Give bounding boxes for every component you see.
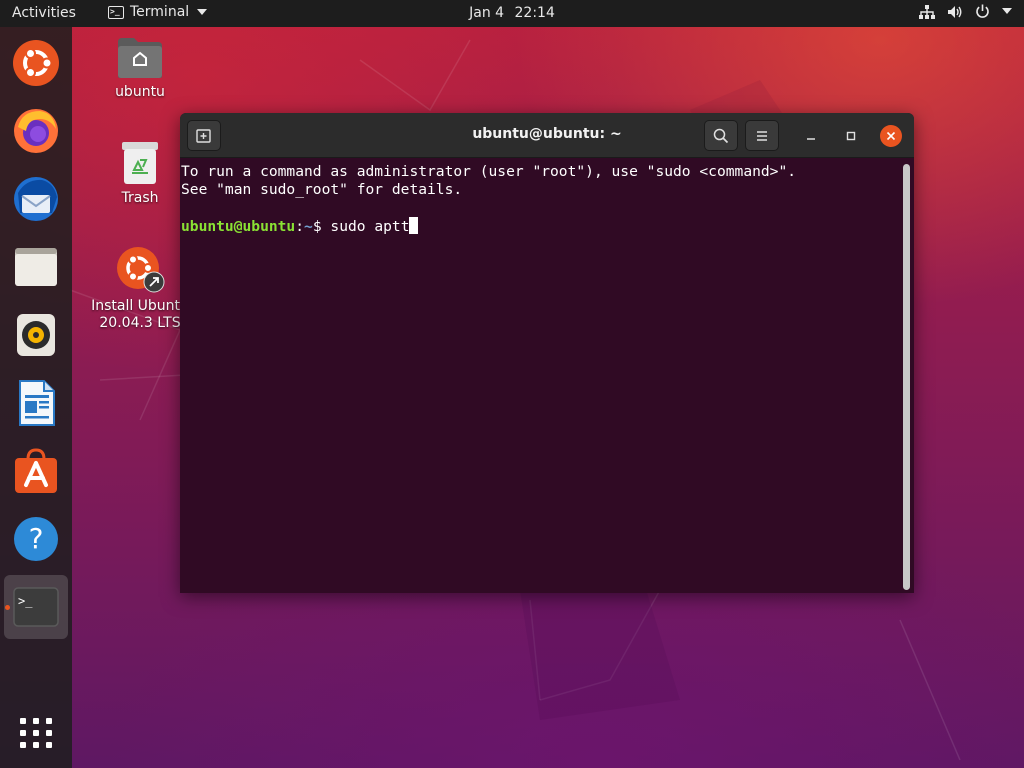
hamburger-menu-icon: [757, 131, 767, 141]
terminal-line: See "man sudo_root" for details.: [181, 181, 463, 198]
volume-icon: [948, 5, 962, 18]
svg-text:>_: >_: [18, 594, 33, 608]
chevron-down-icon: [1002, 8, 1012, 14]
ubuntu-software-icon: [15, 448, 57, 493]
top-bar: Activities >_ Terminal Jan 4 22:14: [0, 0, 1024, 27]
search-icon: [713, 128, 729, 144]
minimize-icon: [807, 138, 815, 140]
rhythmbox-icon: [17, 314, 55, 356]
date-time-menu[interactable]: Jan 4 22:14: [0, 5, 1024, 21]
dock-item-ubuntu[interactable]: [4, 31, 68, 95]
close-icon: [886, 131, 896, 141]
date-label: Jan 4: [469, 5, 505, 21]
svg-text:?: ?: [29, 522, 44, 555]
dock-item-files[interactable]: [4, 235, 68, 299]
search-button[interactable]: [704, 120, 738, 151]
prompt-path: ~: [304, 218, 313, 235]
terminal-header-bar[interactable]: ubuntu@ubuntu: ~: [180, 113, 914, 158]
minimize-button[interactable]: [800, 125, 822, 147]
time-label: 22:14: [514, 5, 555, 21]
desktop-icon-installer[interactable]: Install Ubuntu 20.04.3 LTS: [90, 244, 190, 332]
libreoffice-writer-icon: [19, 380, 55, 426]
terminal-line: To run a command as administrator (user …: [181, 163, 797, 180]
dock: ? >_: [0, 27, 72, 768]
scrollbar[interactable]: [903, 164, 910, 590]
terminal-prompt-line[interactable]: ubuntu@ubuntu:~$ sudo aptt: [181, 217, 902, 235]
prompt-separator: :: [295, 218, 305, 235]
system-tray[interactable]: [919, 4, 1012, 19]
network-icon: [919, 4, 935, 19]
prompt-symbol: $: [312, 218, 331, 235]
running-indicator: [5, 605, 10, 610]
help-icon: ?: [14, 517, 58, 561]
desktop-icon-label: ubuntu: [115, 84, 165, 100]
dock-item-rhythmbox[interactable]: [4, 303, 68, 367]
maximize-icon: [846, 131, 856, 141]
desktop-icon-home[interactable]: ubuntu: [90, 36, 190, 101]
show-applications-button[interactable]: [4, 701, 68, 765]
app-grid-icon: [20, 718, 52, 748]
firefox-icon: [14, 109, 58, 153]
hamburger-menu-button[interactable]: [745, 120, 779, 151]
dock-item-software[interactable]: [4, 439, 68, 503]
maximize-button[interactable]: [840, 125, 862, 147]
dock-item-writer[interactable]: [4, 371, 68, 435]
prompt-user-host: ubuntu@ubuntu: [181, 218, 296, 235]
files-icon: [15, 248, 57, 286]
desktop-icon-label-line2: 20.04.3 LTS: [99, 315, 181, 331]
power-icon: [976, 4, 989, 18]
desktop-icon-trash[interactable]: Trash: [90, 140, 190, 207]
dock-item-help[interactable]: ?: [4, 507, 68, 571]
terminal-icon: >_: [13, 587, 59, 627]
dock-item-firefox[interactable]: [4, 99, 68, 163]
terminal-output[interactable]: To run a command as administrator (user …: [180, 158, 902, 593]
command-input[interactable]: sudo aptt: [330, 218, 409, 235]
ubuntu-logo-icon: [13, 40, 59, 86]
thunderbird-icon: [14, 177, 58, 221]
install-ubuntu-icon: [117, 247, 165, 293]
dock-item-thunderbird[interactable]: [4, 167, 68, 231]
trash-icon: [122, 142, 158, 184]
text-cursor: [409, 217, 419, 234]
home-folder-icon: [118, 38, 162, 78]
terminal-window[interactable]: ubuntu@ubuntu: ~ To run a command as adm…: [180, 113, 914, 593]
close-button[interactable]: [880, 125, 902, 147]
desktop-icon-label: Trash: [121, 190, 159, 206]
desktop-icon-label-line1: Install Ubuntu: [91, 298, 189, 314]
dock-item-terminal[interactable]: >_: [4, 575, 68, 639]
